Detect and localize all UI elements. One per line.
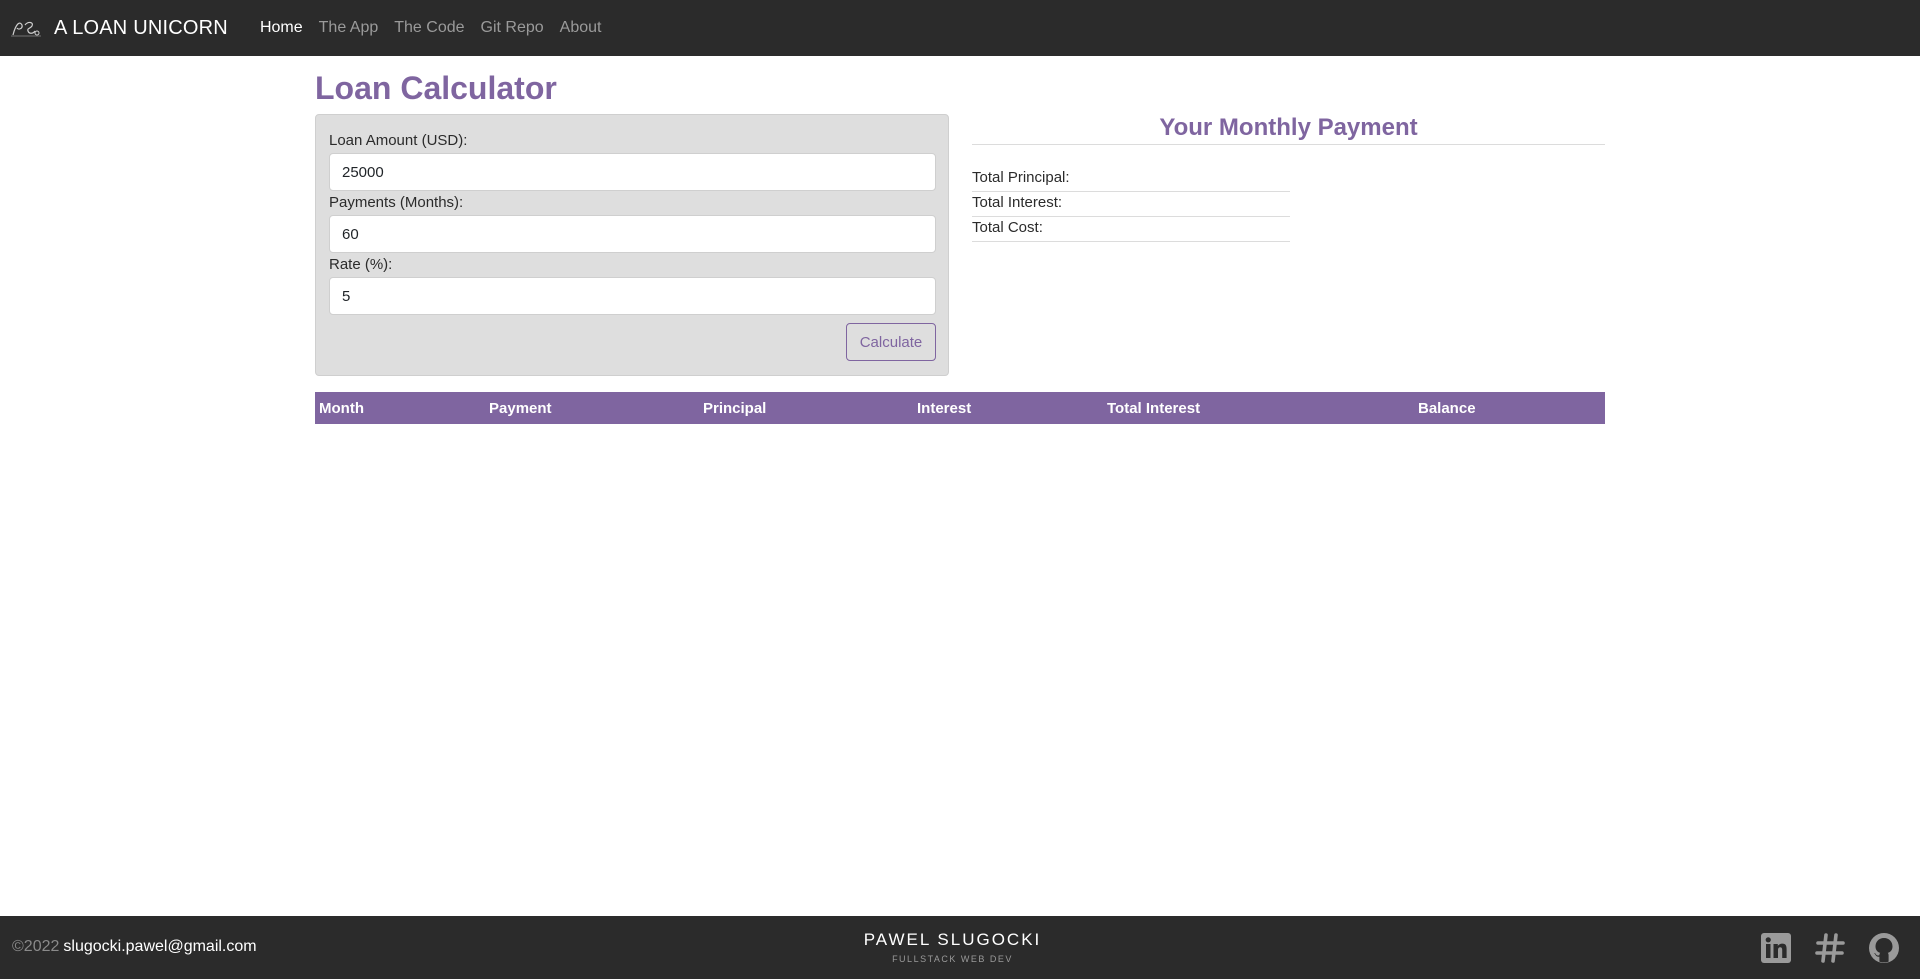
total-principal-label: Total Principal: <box>972 169 1070 186</box>
nav-about[interactable]: About <box>552 19 610 37</box>
navbar: A LOAN UNICORN Home The App The Code Git… <box>0 0 1920 56</box>
total-principal-row: Total Principal: <box>972 167 1290 192</box>
amortization-table: Month Payment Principal Interest Total I… <box>315 392 1605 424</box>
author-tagline: FULLSTACK WEB DEV <box>892 954 1013 964</box>
results-divider <box>972 144 1605 145</box>
payments-label: Payments (Months): <box>329 194 464 211</box>
summary-list: Total Principal: Total Interest: Total C… <box>972 167 1290 242</box>
rate-input[interactable] <box>329 277 936 315</box>
footer: ©2022 slugocki.pawel@gmail.com PAWEL SLUG… <box>0 916 1920 979</box>
col-month: Month <box>315 392 485 424</box>
github-icon[interactable] <box>1868 932 1900 964</box>
col-interest: Interest <box>913 392 1103 424</box>
loan-amount-input[interactable] <box>329 153 936 191</box>
hashtag-icon[interactable] <box>1814 932 1846 964</box>
author-name: PAWEL SLUGOCKI <box>863 930 1042 949</box>
nav-home[interactable]: Home <box>252 19 311 37</box>
loan-amount-label: Loan Amount (USD): <box>329 132 468 149</box>
col-principal: Principal <box>699 392 913 424</box>
table-header-row: Month Payment Principal Interest Total I… <box>315 392 1605 424</box>
monthly-payment-title: Your Monthly Payment <box>1159 114 1418 141</box>
total-interest-label: Total Interest: <box>972 194 1063 211</box>
footer-signature: PAWEL SLUGOCKI FULLSTACK WEB DEV <box>0 930 1905 964</box>
logo-icon <box>11 21 41 37</box>
total-cost-row: Total Cost: <box>972 217 1290 242</box>
col-balance: Balance <box>1414 392 1605 424</box>
loan-form: Loan Amount (USD): Payments (Months): Ra… <box>315 114 949 376</box>
payments-input[interactable] <box>329 215 936 253</box>
nav-links: Home The App The Code Git Repo About <box>252 19 610 37</box>
linkedin-icon[interactable] <box>1760 932 1792 964</box>
nav-the-code[interactable]: The Code <box>386 19 472 37</box>
nav-the-app[interactable]: The App <box>311 19 387 37</box>
total-interest-row: Total Interest: <box>972 192 1290 217</box>
col-total-interest: Total Interest <box>1103 392 1414 424</box>
brand-link[interactable]: A LOAN UNICORN <box>10 17 228 40</box>
calculate-button[interactable]: Calculate <box>846 323 936 361</box>
total-cost-label: Total Cost: <box>972 219 1043 236</box>
nav-git-repo[interactable]: Git Repo <box>473 19 552 37</box>
brand-text: A LOAN UNICORN <box>54 16 228 39</box>
col-payment: Payment <box>485 392 699 424</box>
rate-label: Rate (%): <box>329 256 393 273</box>
social-links <box>1760 932 1900 964</box>
results-panel: Your Monthly Payment Total Principal: To… <box>972 114 1605 242</box>
page-title: Loan Calculator <box>315 70 557 106</box>
